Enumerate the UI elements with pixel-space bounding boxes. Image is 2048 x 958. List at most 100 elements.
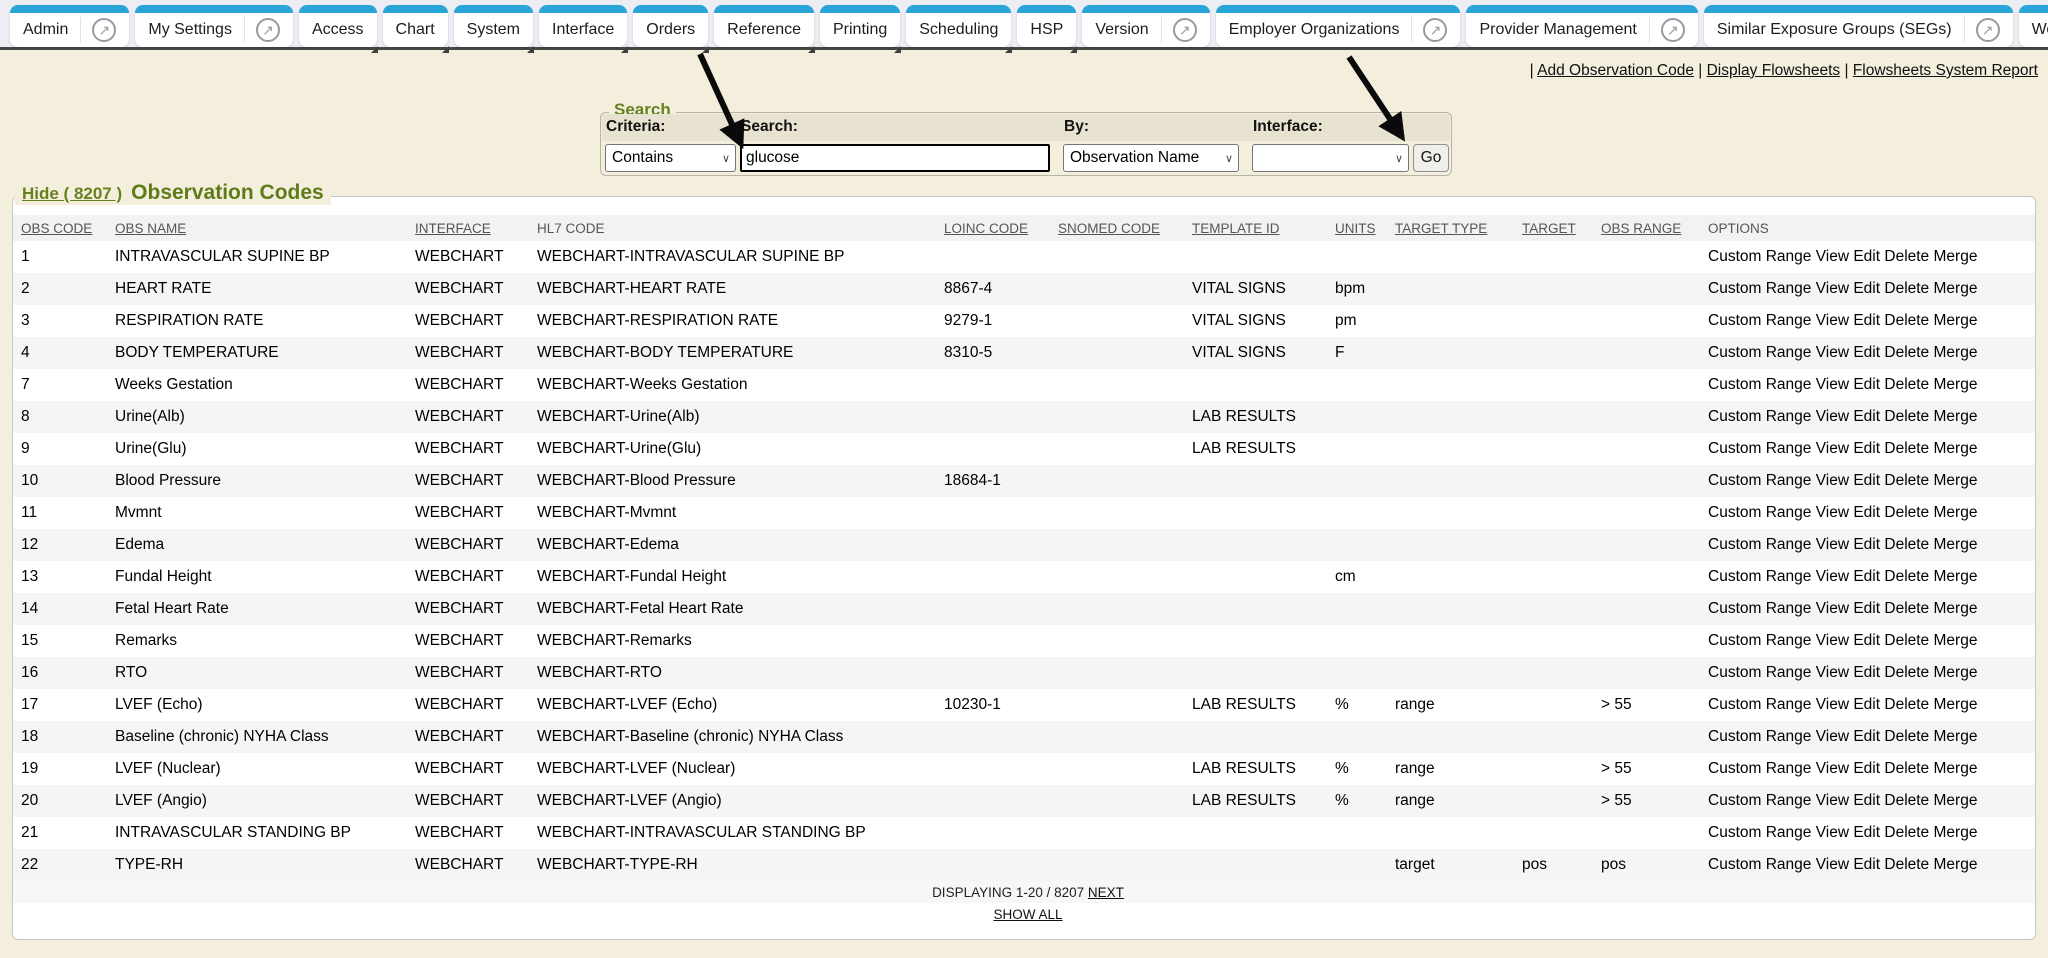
header-link-add-observation-code[interactable]: Add Observation Code [1537, 62, 1694, 79]
option-link-delete[interactable]: Delete [1884, 504, 1929, 521]
show-all-link[interactable]: SHOW ALL [993, 907, 1062, 922]
nav-tab-my-settings[interactable]: My Settings↗ [135, 5, 293, 47]
option-link-merge[interactable]: Merge [1934, 312, 1978, 329]
option-link-delete[interactable]: Delete [1884, 696, 1929, 713]
option-link-custom-range[interactable]: Custom Range [1708, 824, 1811, 841]
option-link-edit[interactable]: Edit [1853, 408, 1880, 425]
option-link-edit[interactable]: Edit [1853, 536, 1880, 553]
option-link-merge[interactable]: Merge [1934, 408, 1978, 425]
option-link-merge[interactable]: Merge [1934, 248, 1978, 265]
option-link-edit[interactable]: Edit [1853, 856, 1880, 873]
option-link-delete[interactable]: Delete [1884, 248, 1929, 265]
option-link-view[interactable]: View [1816, 600, 1849, 617]
option-link-view[interactable]: View [1816, 664, 1849, 681]
option-link-merge[interactable]: Merge [1934, 760, 1978, 777]
option-link-edit[interactable]: Edit [1853, 568, 1880, 585]
option-link-edit[interactable]: Edit [1853, 696, 1880, 713]
option-link-view[interactable]: View [1816, 728, 1849, 745]
option-link-merge[interactable]: Merge [1934, 696, 1978, 713]
option-link-delete[interactable]: Delete [1884, 472, 1929, 489]
option-link-edit[interactable]: Edit [1853, 632, 1880, 649]
option-link-view[interactable]: View [1816, 824, 1849, 841]
option-link-merge[interactable]: Merge [1934, 664, 1978, 681]
external-link-icon[interactable]: ↗ [92, 18, 116, 42]
option-link-edit[interactable]: Edit [1853, 280, 1880, 297]
option-link-view[interactable]: View [1816, 536, 1849, 553]
option-link-delete[interactable]: Delete [1884, 792, 1929, 809]
option-link-edit[interactable]: Edit [1853, 792, 1880, 809]
option-link-merge[interactable]: Merge [1934, 344, 1978, 361]
sort-link-units[interactable]: UNITS [1335, 221, 1376, 236]
option-link-merge[interactable]: Merge [1934, 536, 1978, 553]
by-select[interactable]: Observation Name ∨ [1063, 144, 1239, 172]
external-link-icon[interactable]: ↗ [1423, 18, 1447, 42]
option-link-custom-range[interactable]: Custom Range [1708, 664, 1811, 681]
nav-tab-work-locations[interactable]: Work Locations↗ [2019, 5, 2048, 47]
external-link-icon[interactable]: ↗ [256, 18, 280, 42]
option-link-view[interactable]: View [1816, 440, 1849, 457]
sort-link-target[interactable]: TARGET [1522, 221, 1576, 236]
hide-count-link[interactable]: Hide ( 8207 ) [22, 184, 122, 204]
search-input[interactable] [740, 144, 1050, 172]
option-link-custom-range[interactable]: Custom Range [1708, 696, 1811, 713]
option-link-view[interactable]: View [1816, 312, 1849, 329]
option-link-view[interactable]: View [1816, 344, 1849, 361]
option-link-custom-range[interactable]: Custom Range [1708, 280, 1811, 297]
header-link-display-flowsheets[interactable]: Display Flowsheets [1707, 62, 1841, 79]
option-link-merge[interactable]: Merge [1934, 472, 1978, 489]
option-link-custom-range[interactable]: Custom Range [1708, 728, 1811, 745]
option-link-custom-range[interactable]: Custom Range [1708, 248, 1811, 265]
option-link-edit[interactable]: Edit [1853, 504, 1880, 521]
option-link-delete[interactable]: Delete [1884, 344, 1929, 361]
go-button[interactable]: Go [1413, 144, 1449, 172]
option-link-view[interactable]: View [1816, 376, 1849, 393]
option-link-custom-range[interactable]: Custom Range [1708, 472, 1811, 489]
option-link-edit[interactable]: Edit [1853, 760, 1880, 777]
option-link-delete[interactable]: Delete [1884, 536, 1929, 553]
option-link-view[interactable]: View [1816, 408, 1849, 425]
option-link-delete[interactable]: Delete [1884, 376, 1929, 393]
option-link-custom-range[interactable]: Custom Range [1708, 632, 1811, 649]
option-link-edit[interactable]: Edit [1853, 728, 1880, 745]
option-link-view[interactable]: View [1816, 472, 1849, 489]
option-link-delete[interactable]: Delete [1884, 632, 1929, 649]
sort-link-obs_code[interactable]: OBS CODE [21, 221, 92, 236]
sort-link-interface[interactable]: INTERFACE [415, 221, 491, 236]
nav-tab-similar-exposure-groups-segs[interactable]: Similar Exposure Groups (SEGs)↗ [1704, 5, 2013, 47]
sort-link-loinc[interactable]: LOINC CODE [944, 221, 1028, 236]
external-link-icon[interactable]: ↗ [1173, 18, 1197, 42]
option-link-view[interactable]: View [1816, 280, 1849, 297]
option-link-view[interactable]: View [1816, 760, 1849, 777]
option-link-merge[interactable]: Merge [1934, 600, 1978, 617]
option-link-edit[interactable]: Edit [1853, 344, 1880, 361]
option-link-merge[interactable]: Merge [1934, 568, 1978, 585]
option-link-delete[interactable]: Delete [1884, 568, 1929, 585]
next-link[interactable]: NEXT [1088, 885, 1124, 900]
header-link-flowsheets-system-report[interactable]: Flowsheets System Report [1853, 62, 2038, 79]
option-link-edit[interactable]: Edit [1853, 312, 1880, 329]
option-link-merge[interactable]: Merge [1934, 440, 1978, 457]
option-link-delete[interactable]: Delete [1884, 408, 1929, 425]
option-link-view[interactable]: View [1816, 696, 1849, 713]
option-link-view[interactable]: View [1816, 248, 1849, 265]
option-link-custom-range[interactable]: Custom Range [1708, 536, 1811, 553]
option-link-delete[interactable]: Delete [1884, 600, 1929, 617]
option-link-edit[interactable]: Edit [1853, 472, 1880, 489]
option-link-view[interactable]: View [1816, 504, 1849, 521]
option-link-custom-range[interactable]: Custom Range [1708, 760, 1811, 777]
sort-link-obs_range[interactable]: OBS RANGE [1601, 221, 1681, 236]
external-link-icon[interactable]: ↗ [1976, 18, 2000, 42]
option-link-edit[interactable]: Edit [1853, 376, 1880, 393]
option-link-view[interactable]: View [1816, 568, 1849, 585]
sort-link-target_type[interactable]: TARGET TYPE [1395, 221, 1487, 236]
option-link-merge[interactable]: Merge [1934, 792, 1978, 809]
option-link-delete[interactable]: Delete [1884, 728, 1929, 745]
nav-tab-version[interactable]: Version↗ [1082, 5, 1209, 47]
option-link-view[interactable]: View [1816, 856, 1849, 873]
option-link-custom-range[interactable]: Custom Range [1708, 376, 1811, 393]
nav-tab-provider-management[interactable]: Provider Management↗ [1466, 5, 1697, 47]
option-link-delete[interactable]: Delete [1884, 664, 1929, 681]
option-link-custom-range[interactable]: Custom Range [1708, 856, 1811, 873]
option-link-delete[interactable]: Delete [1884, 760, 1929, 777]
option-link-edit[interactable]: Edit [1853, 440, 1880, 457]
